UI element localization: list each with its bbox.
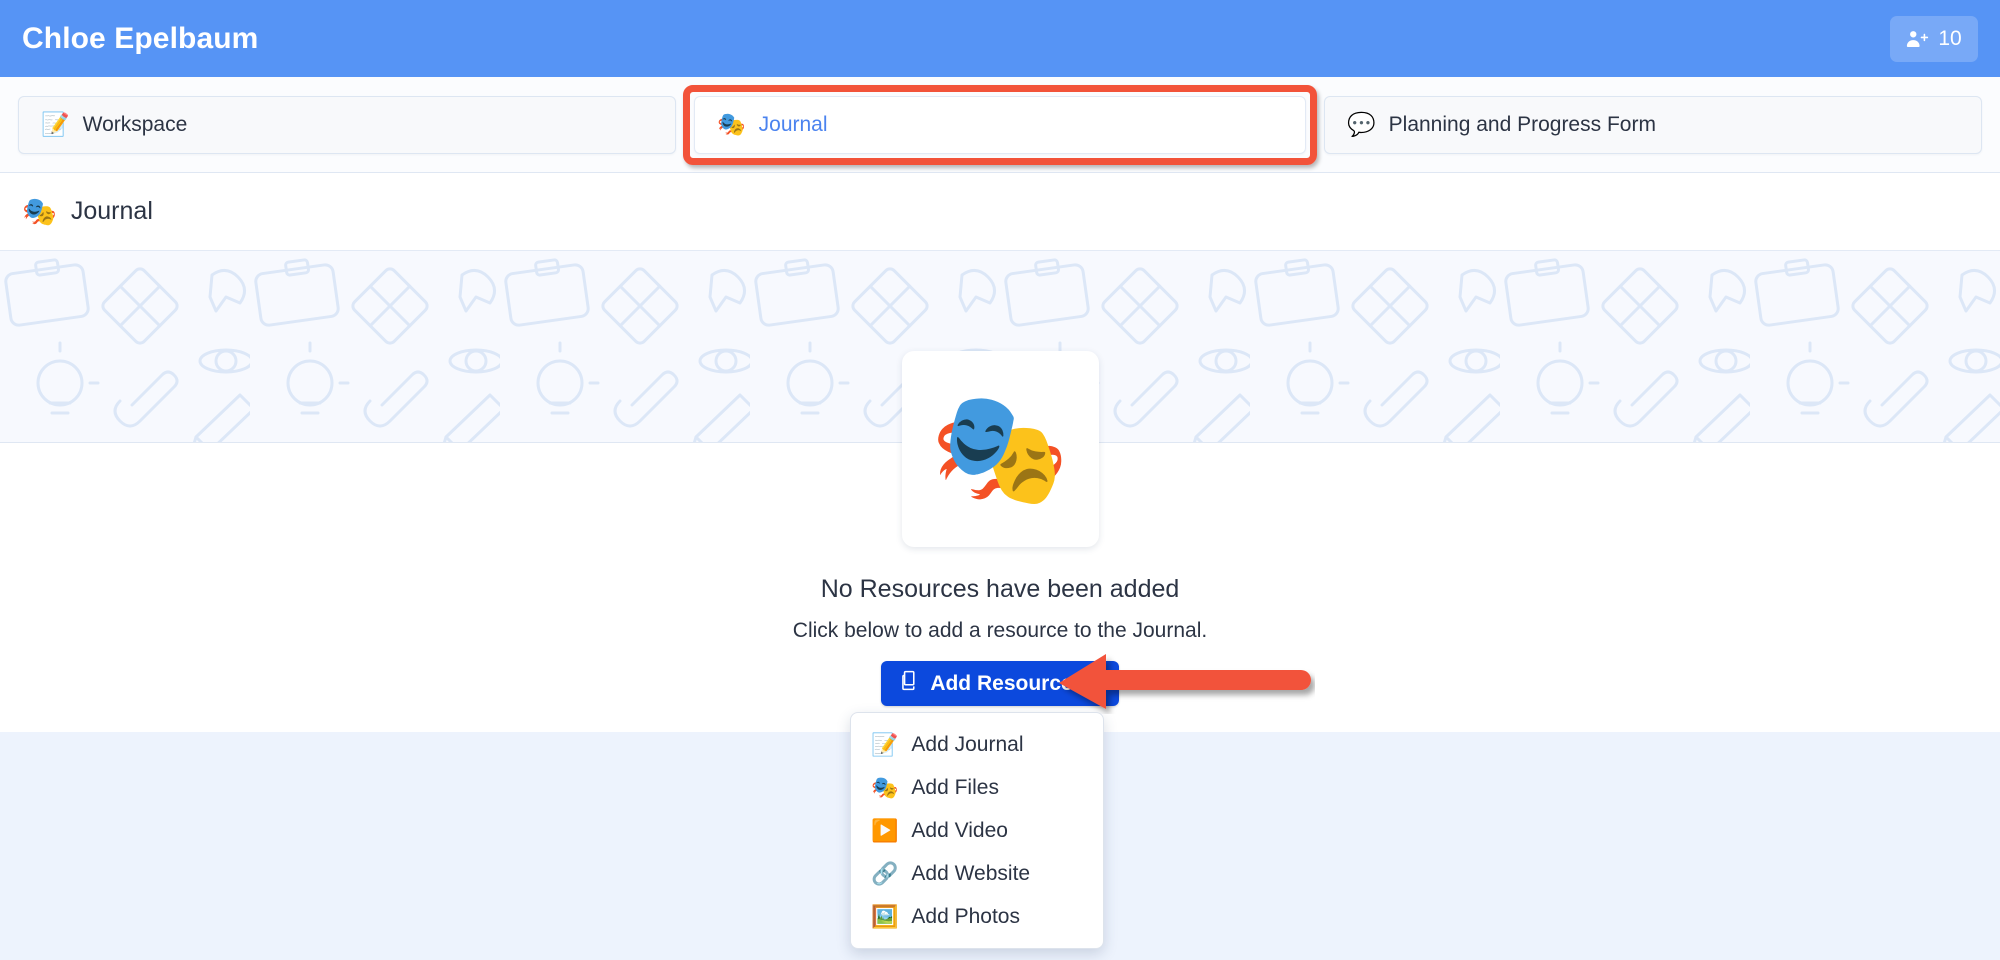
memo-emoji: 📝: [41, 111, 70, 137]
add-resource-label: Add Resource: [930, 671, 1073, 695]
menu-item-add-photos-label: Add Photos: [911, 904, 1020, 928]
play-button-emoji: ▶️: [871, 817, 899, 843]
menu-item-add-files-label: Add Files: [911, 775, 999, 799]
app-header: Chloe Epelbaum 10: [0, 0, 2000, 77]
members-count: 10: [1938, 26, 1962, 50]
page-title: Chloe Epelbaum: [22, 21, 259, 55]
link-emoji: 🔗: [871, 860, 899, 886]
users-icon: [1906, 30, 1929, 47]
empty-state: 🎭 No Resources have been added Click bel…: [0, 351, 2000, 709]
tab-journal-label: Journal: [758, 112, 828, 136]
copy-icon: [900, 670, 919, 697]
add-resource-row: Add Resource: [881, 654, 1312, 709]
performing-arts-emoji: 🎭: [22, 195, 57, 227]
members-badge[interactable]: 10: [1890, 15, 1978, 62]
menu-item-add-journal-label: Add Journal: [911, 732, 1024, 756]
tab-workspace[interactable]: 📝 Workspace: [18, 95, 676, 154]
performing-arts-emoji: 🎭: [717, 111, 746, 137]
menu-item-add-photos[interactable]: 🖼️ Add Photos: [851, 895, 1103, 938]
performing-arts-emoji: 🎭: [871, 774, 899, 800]
speech-balloon-emoji: 💬: [1347, 111, 1376, 137]
tab-planning-and-progress-form[interactable]: 💬 Planning and Progress Form: [1324, 95, 1982, 154]
empty-state-title: No Resources have been added: [820, 575, 1180, 603]
empty-state-card: 🎭: [901, 351, 1099, 547]
arrow-annotation: [1059, 652, 1315, 714]
breadcrumb-label: Journal: [70, 197, 153, 225]
tab-planning-and-progress-form-label: Planning and Progress Form: [1388, 112, 1656, 136]
menu-item-add-files[interactable]: 🎭 Add Files: [851, 766, 1103, 809]
menu-item-add-website[interactable]: 🔗 Add Website: [851, 852, 1103, 895]
tab-workspace-label: Workspace: [82, 112, 188, 136]
menu-item-add-website-label: Add Website: [911, 861, 1031, 885]
empty-state-subtitle: Click below to add a resource to the Jou…: [792, 619, 1208, 642]
memo-emoji: 📝: [871, 731, 899, 757]
menu-item-add-journal[interactable]: 📝 Add Journal: [851, 723, 1103, 766]
picture-emoji: 🖼️: [871, 903, 899, 929]
tab-journal[interactable]: 🎭 Journal: [694, 95, 1306, 154]
tab-journal-wrapper: 🎭 Journal: [683, 84, 1317, 165]
menu-item-add-video[interactable]: ▶️ Add Video: [851, 809, 1103, 852]
tab-strip: 📝 Workspace 🎭 Journal 💬 Planning and Pro…: [0, 77, 2000, 173]
menu-item-add-video-label: Add Video: [911, 818, 1008, 842]
performing-arts-emoji: 🎭: [930, 386, 1070, 511]
breadcrumb: 🎭 Journal: [0, 173, 2000, 251]
add-resource-dropdown-menu: 📝 Add Journal 🎭 Add Files ▶️ Add Video 🔗…: [850, 712, 1104, 949]
